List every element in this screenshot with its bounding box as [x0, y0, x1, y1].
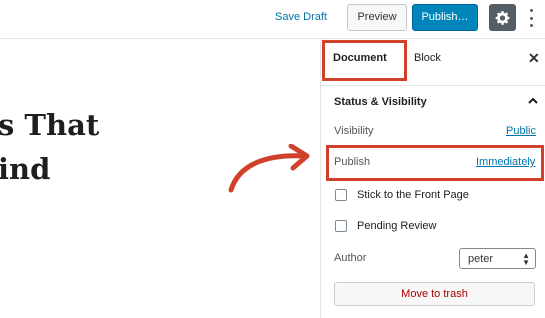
title-line-1: s That	[0, 108, 100, 142]
panel-title[interactable]: Status & Visibility	[334, 96, 427, 108]
chevron-up-icon[interactable]	[526, 94, 540, 108]
close-icon[interactable]: ✕	[528, 50, 540, 67]
publish-date-link[interactable]: Immediately	[476, 156, 535, 168]
title-line-2: ind	[0, 152, 51, 186]
visibility-label: Visibility	[334, 125, 374, 137]
author-value: peter	[468, 253, 494, 265]
author-select[interactable]: peter ▲ ▼	[459, 248, 536, 269]
pending-review-label[interactable]: Pending Review	[357, 220, 437, 232]
stick-front-label[interactable]: Stick to the Front Page	[357, 189, 469, 201]
visibility-link[interactable]: Public	[506, 125, 536, 137]
post-title[interactable]: s That ind	[0, 103, 99, 191]
vertical-ellipsis-icon	[529, 9, 533, 12]
ellipsis-dot	[529, 24, 533, 27]
pending-review-checkbox[interactable]	[335, 220, 347, 232]
gear-icon	[495, 10, 509, 25]
editor-canvas: s That ind	[0, 39, 320, 318]
ellipsis-dot	[529, 16, 533, 20]
preview-button[interactable]: Preview	[347, 4, 407, 31]
move-to-trash-button[interactable]: Move to trash	[334, 282, 535, 306]
select-arrows-icon: ▲ ▼	[522, 251, 530, 267]
more-options-button[interactable]	[523, 6, 539, 30]
highlight-box-document	[322, 40, 407, 81]
settings-button[interactable]	[489, 4, 516, 31]
editor-header: Save Draft Preview Publish…	[0, 0, 545, 39]
publish-button[interactable]: Publish…	[412, 4, 478, 31]
save-draft-link[interactable]: Save Draft	[275, 11, 327, 23]
publish-label: Publish	[334, 156, 371, 168]
stick-front-checkbox[interactable]	[335, 189, 347, 201]
settings-sidebar: Document Block ✕ Status & Visibility Vis…	[320, 39, 545, 318]
author-label: Author	[334, 252, 367, 264]
annotation-arrow-icon	[228, 144, 310, 193]
sidebar-tabs: Document Block ✕	[321, 39, 545, 86]
tab-block[interactable]: Block	[414, 52, 441, 64]
